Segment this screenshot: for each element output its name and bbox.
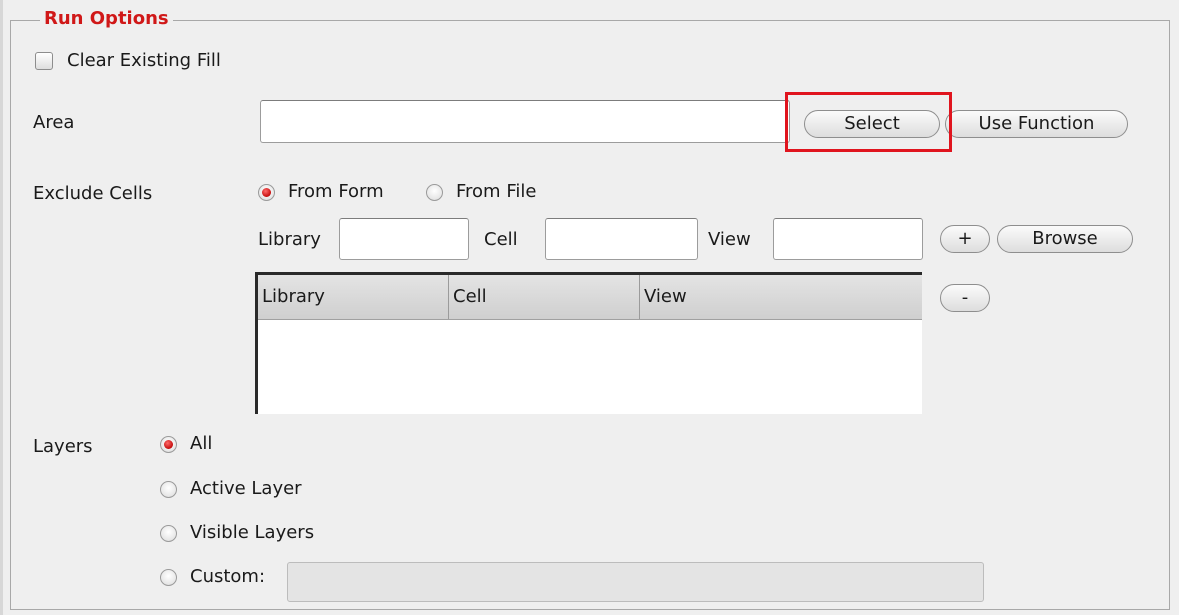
from-form-label: From Form — [288, 181, 384, 202]
from-file-radio[interactable] — [426, 184, 443, 201]
library-label: Library — [258, 229, 321, 250]
column-header-view[interactable]: View — [640, 275, 922, 319]
from-file-label: From File — [456, 181, 537, 202]
visible-layers-radio[interactable] — [160, 525, 177, 542]
view-input[interactable] — [773, 218, 923, 260]
custom-layers-radio[interactable] — [160, 569, 177, 586]
column-header-cell[interactable]: Cell — [449, 275, 640, 319]
exclude-cells-label: Exclude Cells — [33, 183, 153, 204]
view-label: View — [708, 229, 751, 250]
area-label: Area — [33, 112, 75, 133]
clear-existing-fill-checkbox[interactable] — [35, 52, 53, 70]
remove-cell-button[interactable]: - — [940, 284, 990, 312]
cell-label: Cell — [484, 229, 518, 250]
custom-layers-label: Custom: — [190, 566, 266, 587]
browse-button[interactable]: Browse — [997, 225, 1133, 253]
active-layer-radio[interactable] — [160, 481, 177, 498]
table-header: Library Cell View — [258, 275, 922, 320]
select-button-highlight — [785, 92, 952, 152]
left-window-edge — [0, 0, 3, 615]
column-header-library[interactable]: Library — [258, 275, 449, 319]
use-function-button[interactable]: Use Function — [945, 110, 1128, 138]
exclude-cells-table[interactable]: Library Cell View — [255, 272, 922, 414]
active-layer-label: Active Layer — [190, 478, 302, 499]
cell-input[interactable] — [545, 218, 698, 260]
layers-all-radio[interactable] — [160, 436, 177, 453]
layers-label: Layers — [33, 436, 93, 457]
run-options-legend: Run Options — [40, 8, 173, 29]
add-cell-button[interactable]: + — [940, 225, 990, 253]
area-input[interactable] — [260, 100, 790, 143]
library-input[interactable] — [339, 218, 469, 260]
from-form-radio[interactable] — [258, 184, 275, 201]
clear-existing-fill-label: Clear Existing Fill — [67, 50, 221, 71]
visible-layers-label: Visible Layers — [190, 522, 315, 543]
layers-all-label: All — [190, 433, 213, 454]
custom-layers-input[interactable] — [287, 562, 984, 602]
